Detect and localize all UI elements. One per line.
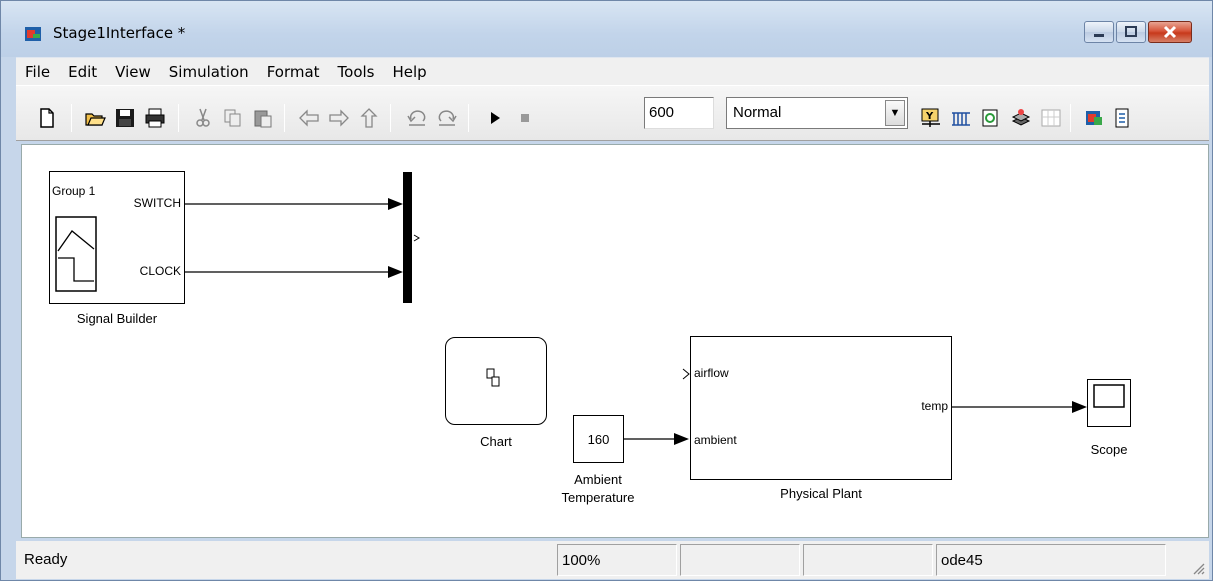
menu-file[interactable]: File [16,63,59,81]
chart-label: Chart [480,434,512,449]
ambient-temperature-constant[interactable]: 160 [573,415,624,463]
paste-icon[interactable] [252,107,274,129]
minimize-icon [1094,34,1104,37]
library-icon[interactable] [1010,107,1032,129]
stop-time-input[interactable]: 600 [644,97,714,129]
toolbar-separator [390,104,391,132]
back-icon[interactable] [298,107,320,129]
toolbar-separator [178,104,179,132]
toolbar-separator [284,104,285,132]
menu-tools[interactable]: Tools [329,63,384,81]
menu-bar: File Edit View Simulation Format Tools H… [16,57,1209,85]
temp-port-label: temp [921,399,948,413]
toolbar-separator [468,104,469,132]
switch-port-label: SWITCH [133,196,181,210]
airflow-port-label: airflow [694,366,729,380]
debug-icon[interactable] [1084,107,1106,129]
signal-builder-label: Signal Builder [76,311,158,326]
update-diagram-icon[interactable] [950,107,972,129]
minimize-button[interactable] [1084,21,1114,43]
window-title: Stage1Interface * [53,24,186,42]
maximize-button[interactable] [1116,21,1146,43]
status-zoom: 100% [557,544,677,576]
undo-icon[interactable] [406,107,428,129]
status-ready: Ready [24,551,68,568]
physical-plant-label: Physical Plant [780,486,862,501]
title-bar: Stage1Interface * [1,1,1212,57]
physical-plant-block[interactable]: airflow ambient temp [690,336,952,480]
scope-block[interactable] [1087,379,1131,427]
toolbar-separator [1070,104,1071,132]
simulation-mode-select[interactable]: Normal ▼ [726,97,908,129]
menu-simulation[interactable]: Simulation [160,63,258,81]
menu-help[interactable]: Help [384,63,436,81]
ambient-port-label: ambient [694,433,737,447]
build-icon[interactable]: Y [920,107,942,129]
maximize-icon [1125,26,1137,37]
status-cell-3 [680,544,800,576]
up-icon[interactable] [358,107,380,129]
chart-block[interactable] [445,337,547,425]
ambient-label-line1: Ambient [574,472,622,487]
cut-icon[interactable] [192,107,214,129]
group-label: Group 1 [52,184,96,198]
copy-icon[interactable] [222,107,244,129]
status-bar: Ready 100% ode45 [16,541,1209,579]
stop-icon[interactable] [514,107,536,129]
status-solver: ode45 [936,544,1166,576]
new-icon[interactable] [36,107,58,129]
constant-value: 160 [587,431,610,447]
resize-grip-icon[interactable] [1189,559,1205,575]
simulation-mode-value: Normal [733,104,782,121]
print-icon[interactable] [144,107,166,129]
menu-format[interactable]: Format [258,63,329,81]
ambient-label-line2: Temperature [561,490,635,505]
redo-icon[interactable] [436,107,458,129]
menu-edit[interactable]: Edit [59,63,106,81]
run-icon[interactable] [484,107,506,129]
save-icon[interactable] [114,107,136,129]
open-icon[interactable] [84,107,106,129]
refresh-icon[interactable] [980,107,1002,129]
close-button[interactable] [1148,21,1192,43]
toolbar: Y [16,85,1209,141]
model-explorer-icon[interactable] [1040,107,1062,129]
menu-view[interactable]: View [106,63,160,81]
report-icon[interactable] [1112,107,1134,129]
status-cell-4 [803,544,933,576]
chevron-down-icon[interactable]: ▼ [885,100,905,126]
svg-text:Y: Y [925,111,934,122]
forward-icon[interactable] [328,107,350,129]
close-icon [1163,25,1177,39]
toolbar-separator [71,104,72,132]
clock-port-label: CLOCK [139,264,181,278]
simulink-app-icon [25,27,41,41]
signal-builder-block[interactable]: Group 1 SWITCH CLOCK [49,171,185,304]
simulink-window: Stage1Interface * File Edit View Simulat… [0,0,1213,581]
model-canvas[interactable]: Group 1 SWITCH CLOCK Signal Builder Char… [21,144,1209,538]
scope-label: Scope [1090,442,1128,457]
window-controls [1082,21,1192,43]
